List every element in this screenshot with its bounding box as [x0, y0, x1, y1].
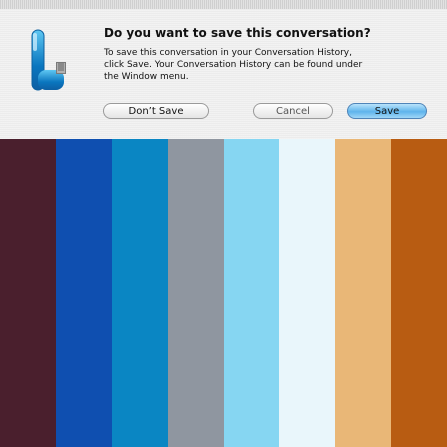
cancel-button[interactable]: Cancel: [253, 103, 333, 119]
dialog-message-line-2: click Save. Your Conversation History ca…: [104, 60, 363, 70]
titlebar-strip: [0, 0, 447, 9]
background-stripe: [224, 139, 280, 447]
ichat-app-icon: [28, 22, 80, 94]
background-stripe: [0, 139, 56, 447]
dialog-message-line-3: the Window menu.: [104, 72, 189, 82]
background-stripe: [56, 139, 112, 447]
save-conversation-dialog: Do you want to save this conversation? T…: [0, 0, 447, 140]
background-color-stripes: [0, 139, 447, 447]
dialog-title: Do you want to save this conversation?: [104, 26, 371, 40]
dont-save-button[interactable]: Don’t Save: [103, 103, 209, 119]
dialog-message-line-1: To save this conversation in your Conver…: [104, 48, 352, 58]
background-stripe: [335, 139, 391, 447]
background-stripe: [279, 139, 335, 447]
background-stripe: [112, 139, 168, 447]
save-button[interactable]: Save: [347, 103, 427, 119]
background-stripe: [168, 139, 224, 447]
background-stripe: [391, 139, 447, 447]
dialog-message: To save this conversation in your Conver…: [104, 47, 424, 83]
